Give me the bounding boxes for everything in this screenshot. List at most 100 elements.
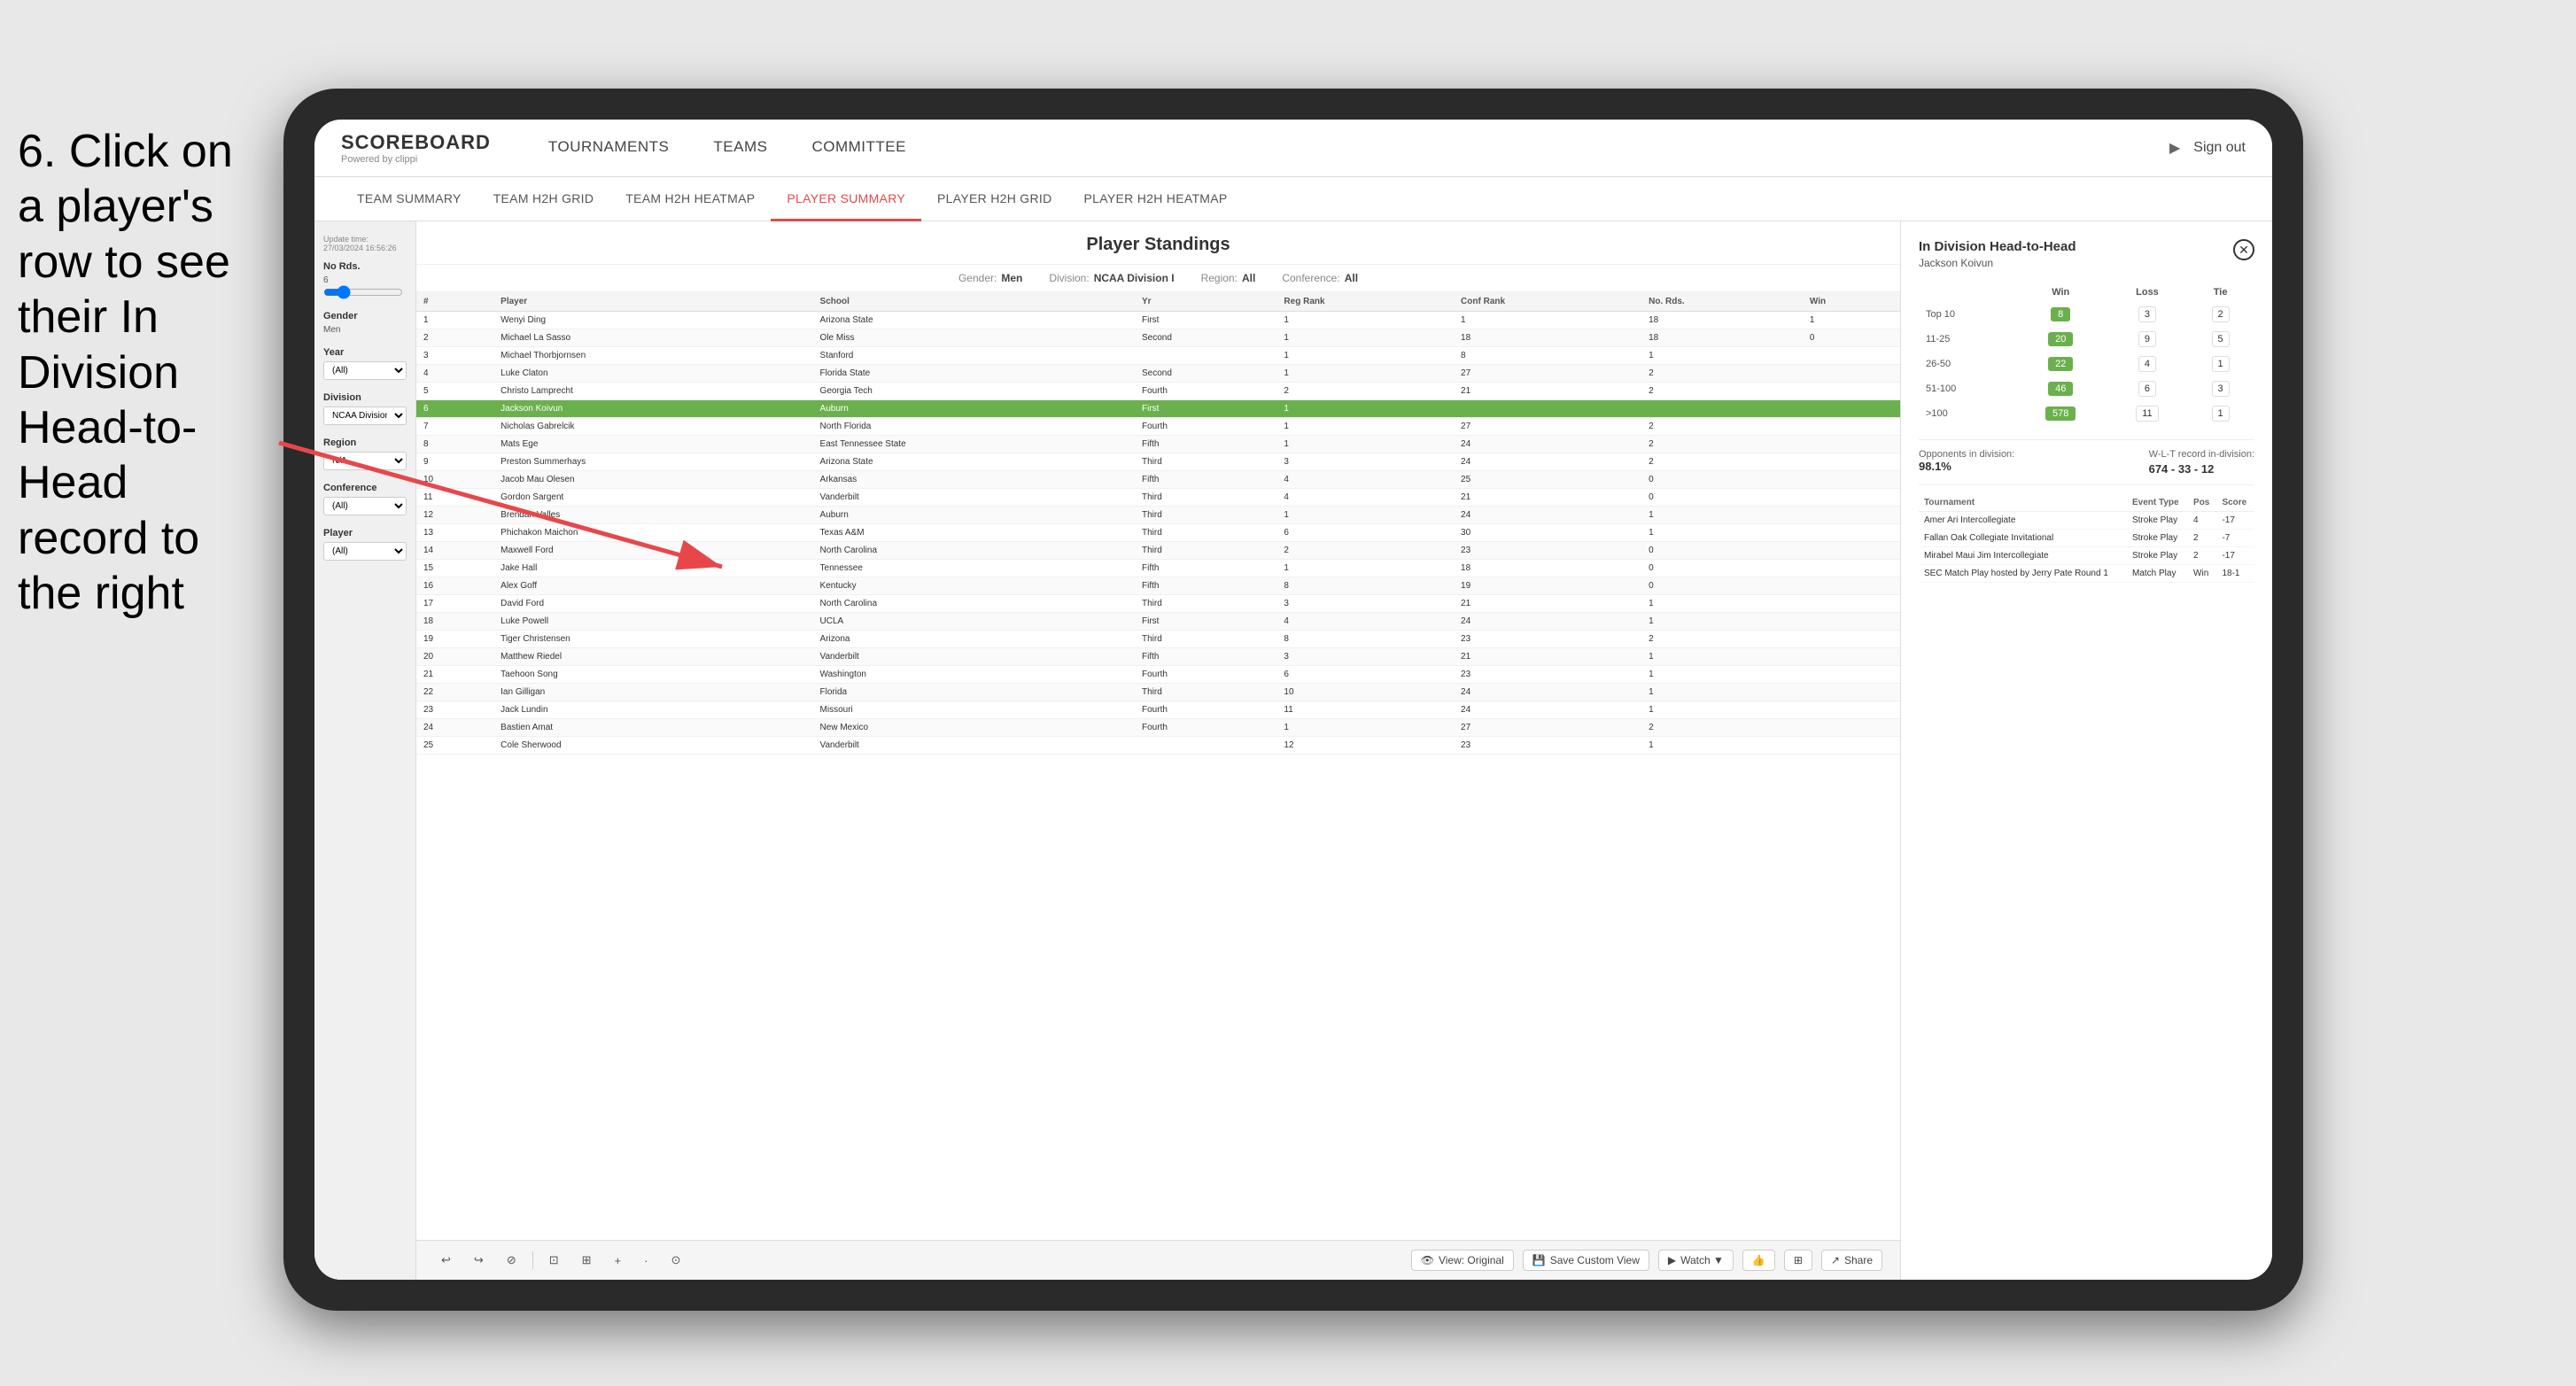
table-row[interactable]: 14 Maxwell Ford North Carolina Third 2 2… xyxy=(416,542,1900,560)
share-button[interactable]: ↗ Share xyxy=(1821,1250,1882,1271)
share-icon: ↗ xyxy=(1831,1254,1840,1266)
cell-yr: Second xyxy=(1135,365,1276,383)
cell-reg: 6 xyxy=(1276,666,1454,684)
table-row[interactable]: 2 Michael La Sasso Ole Miss Second 1 18 … xyxy=(416,329,1900,347)
cell-player: Taehoon Song xyxy=(493,666,812,684)
table-row[interactable]: 11 Gordon Sargent Vanderbilt Third 4 21 … xyxy=(416,489,1900,507)
no-rds-slider[interactable] xyxy=(323,285,403,299)
standings-title: Player Standings xyxy=(434,235,1882,255)
cell-player: Jackson Koivun xyxy=(493,400,812,418)
cell-num: 2 xyxy=(416,329,493,347)
cell-conf: 24 xyxy=(1454,453,1641,471)
region-filter: Region N/A xyxy=(323,437,407,470)
h2h-loss: 9 xyxy=(2108,327,2187,352)
cell-player: Gordon Sargent xyxy=(493,489,812,507)
tourney-col-type: Event Type xyxy=(2127,494,2188,512)
sign-out-button[interactable]: Sign out xyxy=(2193,140,2246,156)
table-row[interactable]: 16 Alex Goff Kentucky Fifth 8 19 0 xyxy=(416,577,1900,595)
nav-committee[interactable]: COMMITTEE xyxy=(789,120,928,177)
update-time: Update time: 27/03/2024 16:56:26 xyxy=(323,235,407,252)
conference-select[interactable]: (All) xyxy=(323,497,407,515)
redo-button[interactable]: ↪ xyxy=(467,1250,491,1271)
cell-rds: 2 xyxy=(1641,418,1803,436)
tournament-row: Amer Ari Intercollegiate Stroke Play 4 -… xyxy=(1919,512,2254,530)
cell-yr xyxy=(1135,737,1276,755)
year-select[interactable]: (All) xyxy=(323,361,407,380)
toolbar-icon-4[interactable]: + xyxy=(608,1250,629,1271)
cell-num: 24 xyxy=(416,719,493,737)
sub-nav-team-h2h-grid[interactable]: TEAM H2H GRID xyxy=(477,177,610,221)
table-row[interactable]: 9 Preston Summerhays Arizona State Third… xyxy=(416,453,1900,471)
cell-reg: 12 xyxy=(1276,737,1454,755)
cell-player: Jake Hall xyxy=(493,560,812,577)
watch-button[interactable]: ▶ Watch ▼ xyxy=(1658,1250,1734,1271)
table-row[interactable]: 15 Jake Hall Tennessee Fifth 1 18 0 xyxy=(416,560,1900,577)
sub-nav-team-summary[interactable]: TEAM SUMMARY xyxy=(341,177,477,221)
table-row[interactable]: 6 Jackson Koivun Auburn First 1 xyxy=(416,400,1900,418)
table-row[interactable]: 1 Wenyi Ding Arizona State First 1 1 18 … xyxy=(416,312,1900,329)
cell-yr: First xyxy=(1135,400,1276,418)
table-row[interactable]: 10 Jacob Mau Olesen Arkansas Fifth 4 25 … xyxy=(416,471,1900,489)
table-row[interactable]: 22 Ian Gilligan Florida Third 10 24 1 xyxy=(416,684,1900,701)
toolbar-icon-2[interactable]: ⊡ xyxy=(542,1250,566,1271)
h2h-win: 46 xyxy=(2013,376,2108,401)
cell-num: 11 xyxy=(416,489,493,507)
cell-school: Florida State xyxy=(813,365,1135,383)
bottom-toolbar: ↩ ↪ ⊘ ⊡ ⊞ + · ⊙ 👁 View: Original 💾 xyxy=(416,1240,1900,1280)
table-row[interactable]: 13 Phichakon Maichon Texas A&M Third 6 3… xyxy=(416,524,1900,542)
table-row[interactable]: 23 Jack Lundin Missouri Fourth 11 24 1 xyxy=(416,701,1900,719)
sub-nav-team-h2h-heatmap[interactable]: TEAM H2H HEATMAP xyxy=(609,177,771,221)
table-row[interactable]: 3 Michael Thorbjornsen Stanford 1 8 1 xyxy=(416,347,1900,365)
h2h-table-row: 51-100 46 6 3 xyxy=(1919,376,2254,401)
undo-button[interactable]: ↩ xyxy=(434,1250,458,1271)
nav-tournaments[interactable]: TOURNAMENTS xyxy=(526,120,691,177)
table-row[interactable]: 8 Mats Ege East Tennessee State Fifth 1 … xyxy=(416,436,1900,453)
table-row[interactable]: 17 David Ford North Carolina Third 3 21 … xyxy=(416,595,1900,613)
cell-conf: 23 xyxy=(1454,542,1641,560)
table-row[interactable]: 25 Cole Sherwood Vanderbilt 12 23 1 xyxy=(416,737,1900,755)
h2h-table: Win Loss Tie Top 10 8 3 2 11-25 20 9 5 2… xyxy=(1919,283,2254,426)
division-select[interactable]: NCAA Division I xyxy=(323,407,407,425)
sub-nav-player-h2h-grid[interactable]: PLAYER H2H GRID xyxy=(921,177,1068,221)
cell-rds: 1 xyxy=(1641,347,1803,365)
toolbar-icon-6[interactable]: ⊙ xyxy=(663,1250,687,1271)
table-row[interactable]: 5 Christo Lamprecht Georgia Tech Fourth … xyxy=(416,383,1900,400)
table-row[interactable]: 21 Taehoon Song Washington Fourth 6 23 1 xyxy=(416,666,1900,684)
h2h-divider-1 xyxy=(1919,439,2254,440)
table-row[interactable]: 19 Tiger Christensen Arizona Third 8 23 … xyxy=(416,631,1900,648)
sub-nav-player-summary[interactable]: PLAYER SUMMARY xyxy=(771,177,921,221)
cell-reg: 4 xyxy=(1276,471,1454,489)
cell-win xyxy=(1803,453,1900,471)
player-select[interactable]: (All) xyxy=(323,542,407,561)
cell-rds: 0 xyxy=(1641,489,1803,507)
table-row[interactable]: 18 Luke Powell UCLA First 4 24 1 xyxy=(416,613,1900,631)
cell-num: 3 xyxy=(416,347,493,365)
thumbs-up-button[interactable]: 👍 xyxy=(1742,1250,1775,1271)
h2h-range: Top 10 xyxy=(1919,302,2013,327)
cell-win: 1 xyxy=(1803,312,1900,329)
eye-icon: 👁 xyxy=(1421,1254,1434,1266)
save-custom-button[interactable]: 💾 Save Custom View xyxy=(1523,1250,1649,1271)
h2h-close-button[interactable]: ✕ xyxy=(2233,239,2254,260)
region-select[interactable]: N/A xyxy=(323,452,407,470)
toolbar-icon-1[interactable]: ⊘ xyxy=(500,1250,524,1271)
h2h-tie: 1 xyxy=(2186,352,2254,376)
view-original-button[interactable]: 👁 View: Original xyxy=(1411,1250,1514,1271)
table-row[interactable]: 4 Luke Claton Florida State Second 1 27 … xyxy=(416,365,1900,383)
toolbar-icon-3[interactable]: ⊞ xyxy=(575,1250,599,1271)
table-row[interactable]: 20 Matthew Riedel Vanderbilt Fifth 3 21 … xyxy=(416,648,1900,666)
grid-button[interactable]: ⊞ xyxy=(1784,1250,1812,1271)
nav-teams[interactable]: TEAMS xyxy=(691,120,789,177)
cell-rds: 1 xyxy=(1641,507,1803,524)
cell-win: 0 xyxy=(1803,329,1900,347)
tourney-pos: 2 xyxy=(2188,547,2216,565)
cell-conf: 24 xyxy=(1454,684,1641,701)
cell-yr: Fifth xyxy=(1135,577,1276,595)
toolbar-icon-5[interactable]: · xyxy=(637,1250,655,1271)
watch-icon: ▶ xyxy=(1668,1254,1676,1266)
table-row[interactable]: 24 Bastien Amat New Mexico Fourth 1 27 2 xyxy=(416,719,1900,737)
sub-nav-player-h2h-heatmap[interactable]: PLAYER H2H HEATMAP xyxy=(1068,177,1244,221)
h2h-win: 578 xyxy=(2013,401,2108,426)
table-row[interactable]: 7 Nicholas Gabrelcik North Florida Fourt… xyxy=(416,418,1900,436)
table-row[interactable]: 12 Brendan Valles Auburn Third 1 24 1 xyxy=(416,507,1900,524)
